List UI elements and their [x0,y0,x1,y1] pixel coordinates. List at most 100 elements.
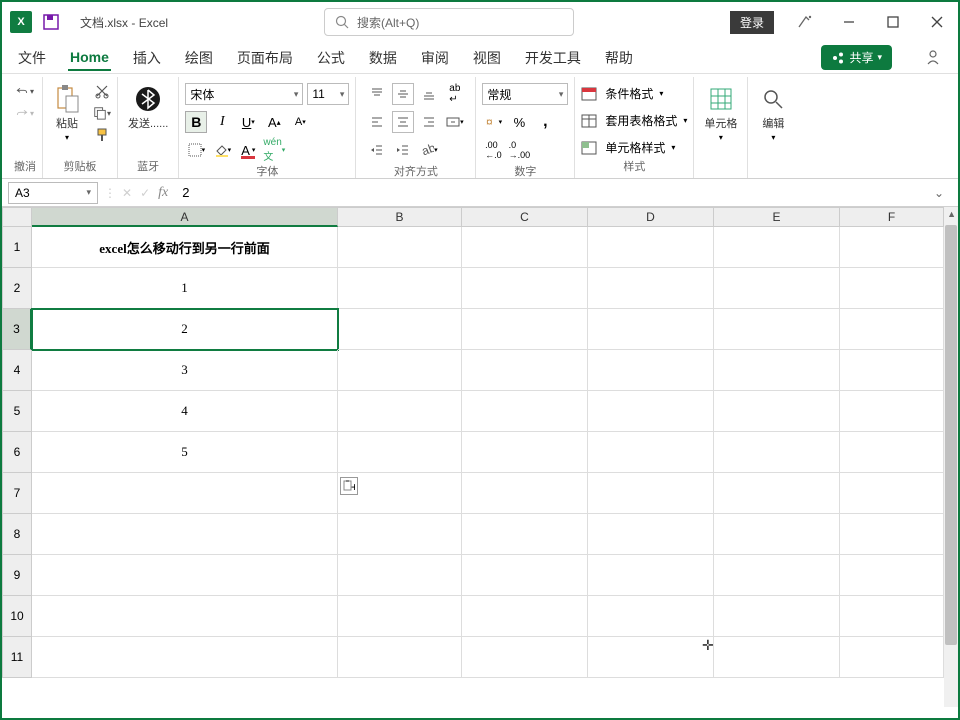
menu-draw[interactable]: 绘图 [183,44,215,72]
menu-data[interactable]: 数据 [367,44,399,72]
row-header-9[interactable]: 9 [2,555,32,596]
phonetic-button[interactable]: wén文▾ [263,139,285,161]
fill-color-button[interactable]: ▾ [211,139,233,161]
present-icon[interactable] [924,48,944,68]
fx-icon[interactable]: fx [158,185,168,201]
align-center-button[interactable] [392,111,414,133]
enter-formula-button[interactable]: ✓ [140,186,150,200]
cell-F10[interactable] [840,596,944,637]
cell-E4[interactable] [714,350,840,391]
cell-F5[interactable] [840,391,944,432]
cell-A4[interactable]: 3 [32,350,338,391]
cell-C9[interactable] [462,555,588,596]
increase-indent-button[interactable] [392,139,414,161]
decrease-indent-button[interactable] [366,139,388,161]
currency-button[interactable]: ¤▾ [482,111,504,133]
menu-review[interactable]: 审阅 [419,44,451,72]
cell-B10[interactable] [338,596,462,637]
cell-B9[interactable] [338,555,462,596]
cell-D3[interactable] [588,309,714,350]
align-middle-button[interactable] [392,83,414,105]
menu-file[interactable]: 文件 [16,44,48,72]
redo-button[interactable]: ▾ [16,105,34,121]
formula-input[interactable] [174,182,928,204]
bluetooth-send-button[interactable]: 发送...... [124,83,172,133]
conditional-format-button[interactable]: 条件格式▾ [581,85,663,102]
column-header-F[interactable]: F [840,207,944,227]
menu-dev[interactable]: 开发工具 [523,44,583,72]
menu-help[interactable]: 帮助 [603,44,635,72]
cell-D7[interactable] [588,473,714,514]
column-header-B[interactable]: B [338,207,462,227]
paste-options-tag[interactable]: + [340,477,358,495]
column-header-D[interactable]: D [588,207,714,227]
cell-D8[interactable] [588,514,714,555]
paste-button[interactable]: 粘贴 ▾ [49,83,85,144]
decrease-font-button[interactable]: A▾ [289,111,311,133]
cell-C6[interactable] [462,432,588,473]
cell-E10[interactable] [714,596,840,637]
login-button[interactable]: 登录 [730,11,774,34]
cell-B3[interactable] [338,309,462,350]
cell-F3[interactable] [840,309,944,350]
cell-B8[interactable] [338,514,462,555]
cell-C10[interactable] [462,596,588,637]
align-left-button[interactable] [366,111,388,133]
cell-E9[interactable] [714,555,840,596]
cell-C11[interactable] [462,637,588,678]
cell-E1[interactable] [714,227,840,268]
name-box[interactable]: A3▾ [8,182,98,204]
menu-layout[interactable]: 页面布局 [235,44,295,72]
cell-style-button[interactable]: 单元格样式▾ [581,139,675,156]
scroll-up-icon[interactable]: ▲ [947,209,956,219]
cell-E7[interactable] [714,473,840,514]
row-header-8[interactable]: 8 [2,514,32,555]
font-name-combo[interactable]: 宋体▾ [185,83,303,105]
cell-C7[interactable] [462,473,588,514]
row-header-10[interactable]: 10 [2,596,32,637]
cell-A11[interactable] [32,637,338,678]
cell-D9[interactable] [588,555,714,596]
cell-F1[interactable] [840,227,944,268]
row-header-2[interactable]: 2 [2,268,32,309]
cell-D1[interactable] [588,227,714,268]
save-icon[interactable] [42,13,60,31]
menu-insert[interactable]: 插入 [131,44,163,72]
increase-font-button[interactable]: A▴ [263,111,285,133]
cell-D4[interactable] [588,350,714,391]
cell-B6[interactable] [338,432,462,473]
align-bottom-button[interactable] [418,83,440,105]
cell-F7[interactable] [840,473,944,514]
underline-button[interactable]: U▾ [237,111,259,133]
align-right-button[interactable] [418,111,440,133]
orientation-button[interactable]: ab▾ [418,139,440,161]
close-button[interactable] [924,9,950,35]
row-header-3[interactable]: 3 [2,309,32,350]
font-size-combo[interactable]: 11▾ [307,83,349,105]
cell-D5[interactable] [588,391,714,432]
cell-E5[interactable] [714,391,840,432]
column-header-A[interactable]: A [32,207,338,227]
cell-B2[interactable] [338,268,462,309]
cell-A3[interactable]: 2 [32,309,338,350]
cell-F2[interactable] [840,268,944,309]
cell-F11[interactable] [840,637,944,678]
cell-A9[interactable] [32,555,338,596]
menu-view[interactable]: 视图 [471,44,503,72]
cell-A8[interactable] [32,514,338,555]
cell-E8[interactable] [714,514,840,555]
percent-button[interactable]: % [508,111,530,133]
cell-D6[interactable] [588,432,714,473]
scrollbar-thumb[interactable] [945,225,957,645]
vertical-scrollbar[interactable]: ▲ [944,207,958,707]
decrease-decimal-button[interactable]: .0→.00 [508,139,530,161]
cell-B4[interactable] [338,350,462,391]
editing-button[interactable]: 编辑 ▾ [755,83,791,144]
increase-decimal-button[interactable]: .00←.0 [482,139,504,161]
cell-A1[interactable]: excel怎么移动行到另一行前面 [32,227,338,268]
cell-A2[interactable]: 1 [32,268,338,309]
expand-formula-button[interactable]: ⌄ [934,186,952,200]
cell-F4[interactable] [840,350,944,391]
row-header-7[interactable]: 7 [2,473,32,514]
font-color-button[interactable]: A▾ [237,139,259,161]
